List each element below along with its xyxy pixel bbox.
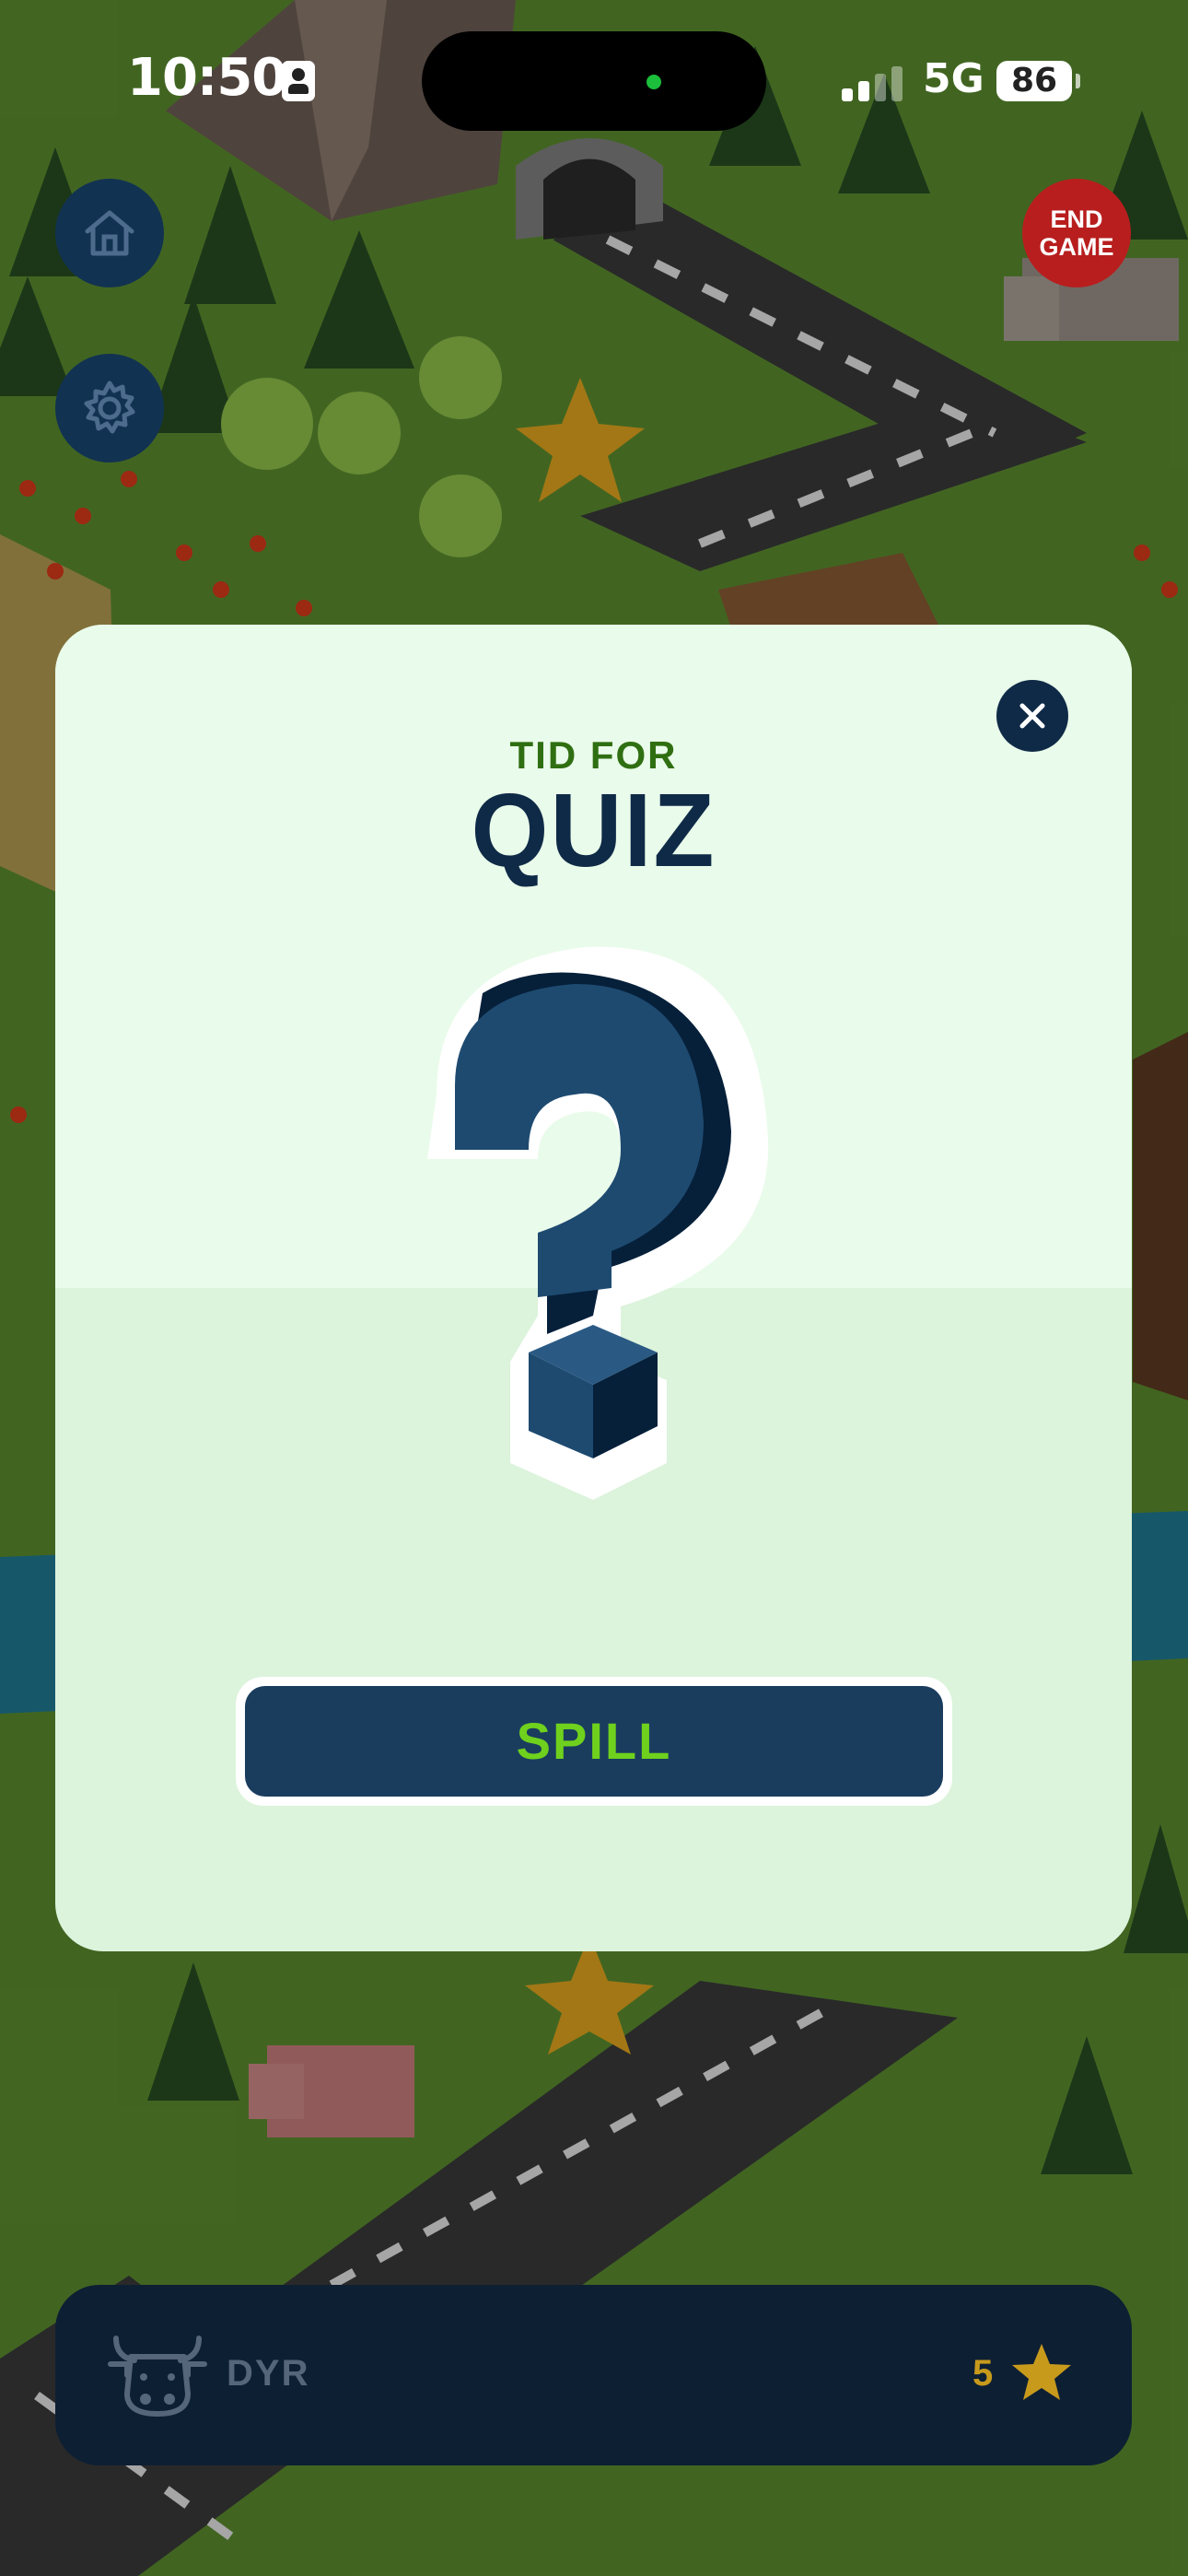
battery-tip (1076, 74, 1080, 88)
star-icon (1012, 2344, 1071, 2400)
play-button-frame: SPILL (236, 1677, 952, 1806)
play-button[interactable]: SPILL (245, 1686, 943, 1797)
contact-card-icon (282, 61, 315, 101)
quiz-modal: TID FOR QUIZ SPILL (55, 625, 1132, 1951)
home-button[interactable] (55, 179, 164, 287)
cellular-signal-icon (840, 64, 904, 101)
status-bar: 10:50 5G 86 (0, 0, 1188, 157)
question-mark-icon (427, 946, 769, 1500)
cow-icon (108, 2336, 207, 2417)
category-bar[interactable]: DYR 5 (55, 2285, 1132, 2465)
gear-icon (84, 381, 135, 434)
score-count: 5 (973, 2353, 994, 2394)
end-game-button[interactable]: END GAME (1022, 179, 1131, 287)
battery-level: 86 (996, 61, 1072, 101)
category-label: DYR (227, 2353, 310, 2394)
settings-button[interactable] (55, 354, 164, 463)
close-icon (1019, 703, 1045, 729)
end-game-label-line2: GAME (1039, 233, 1114, 261)
network-type: 5G (923, 55, 984, 102)
home-icon (85, 210, 134, 256)
modal-title: QUIZ (471, 770, 716, 889)
end-game-label-line1: END (1050, 205, 1103, 233)
status-time: 10:50 (127, 48, 287, 108)
dynamic-island (422, 31, 766, 131)
camera-indicator-icon (646, 75, 661, 89)
